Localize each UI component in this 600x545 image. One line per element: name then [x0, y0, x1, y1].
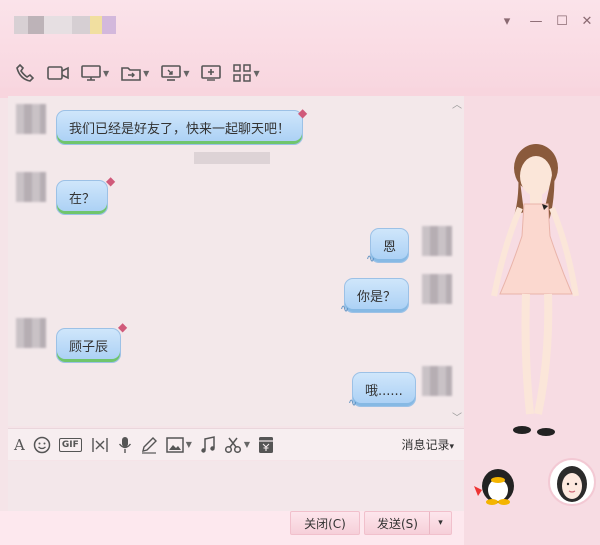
message-bubble: 哦...... [352, 372, 416, 407]
my-avatar[interactable] [422, 226, 452, 256]
my-avatar[interactable] [422, 366, 452, 396]
my-avatar[interactable] [422, 274, 452, 304]
chat-window: ▾ — ☐ ✕ ▼ ▼ ▼ ▼ ︿ ﹀ 我们已经是好友了，快来一起聊天吧！ ◆ … [0, 0, 600, 545]
gif-icon[interactable]: GIF [58, 433, 82, 457]
emoji-icon[interactable] [33, 433, 51, 457]
my-profile-avatar[interactable] [548, 458, 596, 506]
send-button[interactable]: 发送(S) ▾ [364, 511, 452, 535]
scroll-up-arrow-icon[interactable]: ︿ [452, 96, 462, 111]
scissors-icon[interactable]: ▼ [224, 433, 250, 457]
maximize-button[interactable]: ☐ [553, 14, 571, 29]
apps-icon[interactable]: ▼ [230, 60, 262, 86]
message-bubble: 顾子辰 [56, 328, 122, 363]
phone-icon[interactable] [12, 60, 38, 86]
remote-desktop-icon[interactable]: ▼ [158, 60, 192, 86]
friend-avatar[interactable] [16, 318, 46, 348]
girl-illustration [491, 144, 579, 436]
input-toolbar: A GIF ▼ ▼ 消息记录▾ [8, 428, 464, 460]
music-icon[interactable] [200, 433, 216, 457]
image-icon[interactable]: ▼ [165, 433, 192, 457]
contact-name-blurred [14, 16, 116, 34]
add-icon[interactable] [198, 60, 224, 86]
wave-decoration-icon: ∿ [366, 252, 376, 265]
message-input[interactable] [8, 461, 464, 511]
wave-decoration-icon: ∿ [348, 396, 358, 409]
font-icon[interactable]: A [14, 433, 25, 457]
kite-decoration-icon: ◆ [298, 106, 308, 120]
timestamp-blurred [194, 152, 270, 164]
message-bubble: 你是？ [344, 278, 410, 313]
close-window-button[interactable]: ✕ [578, 14, 596, 29]
red-envelope-icon[interactable] [258, 433, 274, 457]
menu-caret-button[interactable]: ▾ [498, 14, 516, 29]
qq-penguin-icon[interactable] [472, 460, 520, 506]
screen-share-icon[interactable]: ▼ [78, 60, 112, 86]
file-transfer-icon[interactable]: ▼ [118, 60, 152, 86]
scroll-down-arrow-icon[interactable]: ﹀ [452, 409, 462, 424]
message-bubble: 在？ [56, 180, 109, 215]
voice-icon[interactable] [118, 433, 132, 457]
minimize-button[interactable]: — [527, 14, 545, 29]
title-bar: ▾ — ☐ ✕ ▼ ▼ ▼ ▼ [0, 0, 600, 98]
kite-decoration-icon: ◆ [118, 320, 128, 334]
wave-decoration-icon: ∿ [340, 302, 350, 315]
message-bubble: 我们已经是好友了，快来一起聊天吧！ [56, 110, 304, 145]
kite-decoration-icon: ◆ [106, 174, 116, 188]
friend-avatar[interactable] [16, 172, 46, 202]
doodle-icon[interactable] [140, 433, 158, 457]
chat-toolbar: ▼ ▼ ▼ ▼ [12, 60, 263, 86]
message-bubble: 恩 [370, 228, 410, 263]
friend-avatar[interactable] [16, 104, 46, 134]
close-button[interactable]: 关闭(C) [290, 511, 360, 535]
action-bar: 关闭(C) 发送(S) ▾ [0, 511, 464, 545]
chat-history-area[interactable]: ︿ ﹀ 我们已经是好友了，快来一起聊天吧！ ◆ 在？ ◆ 恩 ∿ 你是？ ∿ 顾… [8, 96, 464, 426]
screenshot-icon[interactable] [90, 433, 110, 457]
video-icon[interactable] [44, 60, 72, 86]
send-options-caret[interactable]: ▾ [429, 512, 451, 534]
message-history-button[interactable]: 消息记录▾ [401, 436, 454, 453]
